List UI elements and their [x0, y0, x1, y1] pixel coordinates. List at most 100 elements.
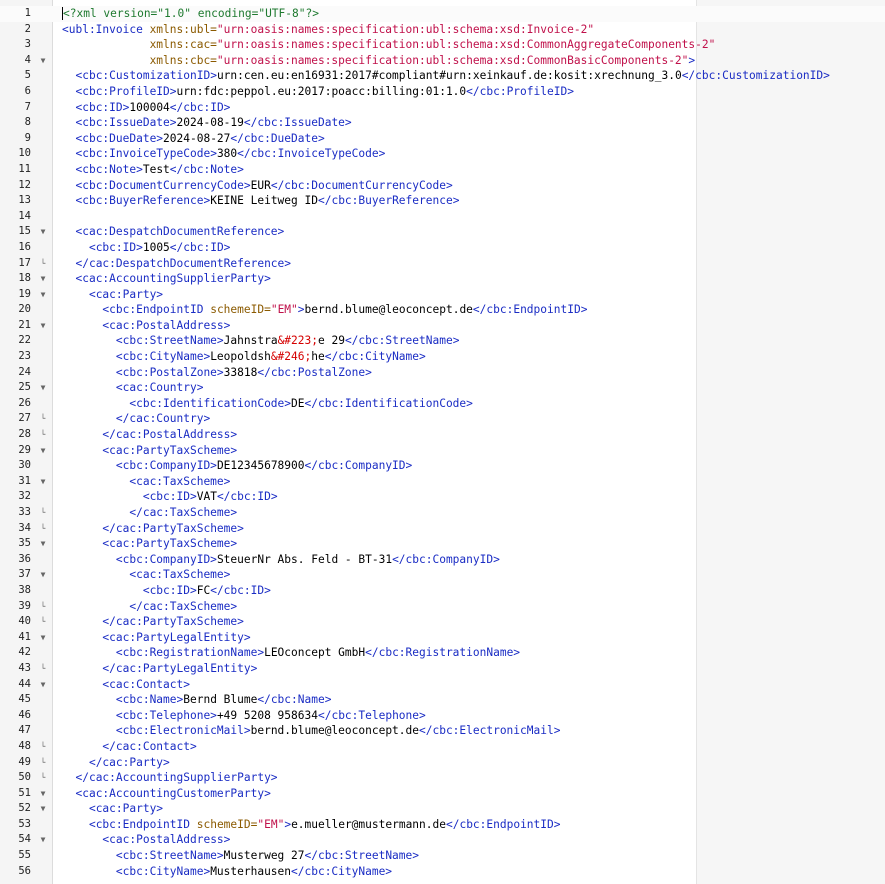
code-line[interactable]: 56 <cbc:CityName>Musterhausen</cbc:CityN… — [0, 864, 885, 880]
fold-toggle-icon[interactable]: ▼ — [38, 318, 48, 334]
code-line[interactable]: 14 — [0, 209, 885, 225]
code-line[interactable]: 32 <cbc:ID>VAT</cbc:ID> — [0, 489, 885, 505]
code-line[interactable]: 37 ▼ <cac:TaxScheme> — [0, 567, 885, 583]
code-line[interactable]: 22 <cbc:StreetName>Jahnstra&#223;e 29</c… — [0, 333, 885, 349]
code-text[interactable]: <cac:PartyLegalEntity> — [62, 630, 250, 646]
code-text[interactable]: <cac:Country> — [62, 380, 204, 396]
code-line[interactable]: 8 <cbc:IssueDate>2024-08-19</cbc:IssueDa… — [0, 115, 885, 131]
code-line[interactable]: 44 ▼ <cac:Contact> — [0, 677, 885, 693]
code-line[interactable]: 9 <cbc:DueDate>2024-08-27</cbc:DueDate> — [0, 131, 885, 147]
code-line[interactable]: 16 <cbc:ID>1005</cbc:ID> — [0, 240, 885, 256]
fold-toggle-icon[interactable]: ▼ — [38, 630, 48, 646]
code-line[interactable]: 31 ▼ <cac:TaxScheme> — [0, 474, 885, 490]
code-line[interactable]: 48 └ </cac:Contact> — [0, 739, 885, 755]
code-text[interactable]: <cbc:Telephone>+49 5208 958634</cbc:Tele… — [62, 708, 426, 724]
code-text[interactable]: </cac:Party> — [62, 755, 170, 771]
code-text[interactable]: <cac:TaxScheme> — [62, 567, 230, 583]
code-text[interactable]: <cbc:ElectronicMail>bernd.blume@leoconce… — [62, 723, 561, 739]
code-line[interactable]: 43 └ </cac:PartyLegalEntity> — [0, 661, 885, 677]
code-line[interactable]: 55 <cbc:StreetName>Musterweg 27</cbc:Str… — [0, 848, 885, 864]
code-line[interactable]: 1 <?xml version="1.0" encoding="UTF-8"?> — [0, 6, 885, 22]
code-line[interactable]: 30 <cbc:CompanyID>DE12345678900</cbc:Com… — [0, 458, 885, 474]
fold-toggle-icon[interactable]: ▼ — [38, 474, 48, 490]
fold-toggle-icon[interactable]: ▼ — [38, 786, 48, 802]
code-text[interactable]: <cbc:IdentificationCode>DE</cbc:Identifi… — [62, 396, 473, 412]
code-text[interactable]: <cac:PartyTaxScheme> — [62, 443, 237, 459]
code-text[interactable]: <cbc:StreetName>Musterweg 27</cbc:Street… — [62, 848, 419, 864]
fold-toggle-icon[interactable]: ▼ — [38, 287, 48, 303]
code-line[interactable]: 49 └ </cac:Party> — [0, 755, 885, 771]
code-line[interactable]: 11 <cbc:Note>Test</cbc:Note> — [0, 162, 885, 178]
code-line[interactable]: 18 ▼ <cac:AccountingSupplierParty> — [0, 271, 885, 287]
code-line[interactable]: 21 ▼ <cac:PostalAddress> — [0, 318, 885, 334]
code-text[interactable]: </cac:Contact> — [62, 739, 196, 755]
code-line[interactable]: 41 ▼ <cac:PartyLegalEntity> — [0, 630, 885, 646]
fold-toggle-icon[interactable]: ▼ — [38, 567, 48, 583]
code-text[interactable]: </cac:AccountingSupplierParty> — [62, 770, 277, 786]
code-text[interactable]: <cbc:CityName>Leopoldsh&#246;he</cbc:Cit… — [62, 349, 426, 365]
code-text[interactable]: </cac:PostalAddress> — [62, 427, 237, 443]
code-text[interactable]: <cbc:DueDate>2024-08-27</cbc:DueDate> — [62, 131, 324, 147]
code-text[interactable]: </cac:TaxScheme> — [62, 505, 237, 521]
code-text[interactable]: xmlns:cbc="urn:oasis:names:specification… — [62, 53, 696, 69]
code-text[interactable]: <cac:PostalAddress> — [62, 318, 230, 334]
fold-toggle-icon[interactable]: ▼ — [38, 271, 48, 287]
code-line[interactable]: 27 └ </cac:Country> — [0, 411, 885, 427]
code-line[interactable]: 33 └ </cac:TaxScheme> — [0, 505, 885, 521]
code-text[interactable]: </cac:PartyTaxScheme> — [62, 521, 243, 537]
code-line[interactable]: 39 └ </cac:TaxScheme> — [0, 599, 885, 615]
code-text[interactable]: <cbc:CompanyID>SteuerNr Abs. Feld - BT-3… — [62, 552, 500, 568]
code-line[interactable]: 36 <cbc:CompanyID>SteuerNr Abs. Feld - B… — [0, 552, 885, 568]
code-line[interactable]: 15 ▼ <cac:DespatchDocumentReference> — [0, 224, 885, 240]
code-text[interactable]: </cac:Country> — [62, 411, 210, 427]
code-line[interactable]: 45 <cbc:Name>Bernd Blume</cbc:Name> — [0, 692, 885, 708]
code-text[interactable]: <cbc:StreetName>Jahnstra&#223;e 29</cbc:… — [62, 333, 460, 349]
fold-toggle-icon[interactable]: ▼ — [38, 53, 48, 69]
code-line[interactable]: 5 <cbc:CustomizationID>urn:cen.eu:en1693… — [0, 68, 885, 84]
code-line[interactable]: 26 <cbc:IdentificationCode>DE</cbc:Ident… — [0, 396, 885, 412]
fold-toggle-icon[interactable]: ▼ — [38, 832, 48, 848]
code-line[interactable]: 54 ▼ <cac:PostalAddress> — [0, 832, 885, 848]
code-line[interactable]: 4 ▼ xmlns:cbc="urn:oasis:names:specificat… — [0, 53, 885, 69]
code-text[interactable]: <cac:TaxScheme> — [62, 474, 230, 490]
code-line[interactable]: 40 └ </cac:PartyTaxScheme> — [0, 614, 885, 630]
code-text[interactable]: <cac:Contact> — [62, 677, 190, 693]
code-line[interactable]: 25 ▼ <cac:Country> — [0, 380, 885, 396]
fold-toggle-icon[interactable]: ▼ — [38, 224, 48, 240]
code-text[interactable]: <cac:Party> — [62, 801, 163, 817]
code-text[interactable]: </cac:PartyLegalEntity> — [62, 661, 257, 677]
code-text[interactable]: <cbc:EndpointID schemeID="EM">e.mueller@… — [62, 817, 561, 833]
fold-toggle-icon[interactable]: ▼ — [38, 677, 48, 693]
code-text[interactable]: <cbc:InvoiceTypeCode>380</cbc:InvoiceTyp… — [62, 146, 385, 162]
fold-toggle-icon[interactable]: ▼ — [38, 380, 48, 396]
fold-toggle-icon[interactable]: ▼ — [38, 536, 48, 552]
code-line[interactable]: 6 <cbc:ProfileID>urn:fdc:peppol.eu:2017:… — [0, 84, 885, 100]
code-text[interactable]: <cbc:CityName>Musterhausen</cbc:CityName… — [62, 864, 392, 880]
code-text[interactable]: <cbc:BuyerReference>KEINE Leitweg ID</cb… — [62, 193, 459, 209]
code-text[interactable]: <cbc:Note>Test</cbc:Note> — [62, 162, 243, 178]
code-text[interactable]: <cbc:DocumentCurrencyCode>EUR</cbc:Docum… — [62, 178, 452, 194]
code-line[interactable]: 28 └ </cac:PostalAddress> — [0, 427, 885, 443]
code-text[interactable]: <ubl:Invoice xmlns:ubl="urn:oasis:names:… — [62, 22, 594, 38]
code-line[interactable]: 20 <cbc:EndpointID schemeID="EM">bernd.b… — [0, 302, 885, 318]
code-line[interactable]: 13 <cbc:BuyerReference>KEINE Leitweg ID<… — [0, 193, 885, 209]
code-lines[interactable]: 1 <?xml version="1.0" encoding="UTF-8"?> 2… — [0, 6, 885, 879]
code-text[interactable]: <cbc:EndpointID schemeID="EM">bernd.blum… — [62, 302, 587, 318]
code-line[interactable]: 50 └ </cac:AccountingSupplierParty> — [0, 770, 885, 786]
code-line[interactable]: 3 xmlns:cac="urn:oasis:names:specificati… — [0, 37, 885, 53]
code-text[interactable]: <cbc:CustomizationID>urn:cen.eu:en16931:… — [62, 68, 829, 84]
code-line[interactable]: 46 <cbc:Telephone>+49 5208 958634</cbc:T… — [0, 708, 885, 724]
code-text[interactable]: <cbc:PostalZone>33818</cbc:PostalZone> — [62, 365, 372, 381]
code-text[interactable]: <cbc:IssueDate>2024-08-19</cbc:IssueDate… — [62, 115, 351, 131]
code-line[interactable]: 35 ▼ <cac:PartyTaxScheme> — [0, 536, 885, 552]
code-line[interactable]: 19 ▼ <cac:Party> — [0, 287, 885, 303]
code-text[interactable]: <cbc:RegistrationName>LEOconcept GmbH</c… — [62, 645, 520, 661]
code-line[interactable]: 34 └ </cac:PartyTaxScheme> — [0, 521, 885, 537]
code-text[interactable]: <cac:PartyTaxScheme> — [62, 536, 237, 552]
code-text[interactable]: <cbc:ID>100004</cbc:ID> — [62, 100, 230, 116]
code-text[interactable]: </cac:PartyTaxScheme> — [62, 614, 243, 630]
code-text[interactable]: <cbc:ProfileID>urn:fdc:peppol.eu:2017:po… — [62, 84, 573, 100]
code-line[interactable]: 7 <cbc:ID>100004</cbc:ID> — [0, 100, 885, 116]
code-text[interactable]: <cac:DespatchDocumentReference> — [62, 224, 284, 240]
code-line[interactable]: 29 ▼ <cac:PartyTaxScheme> — [0, 443, 885, 459]
